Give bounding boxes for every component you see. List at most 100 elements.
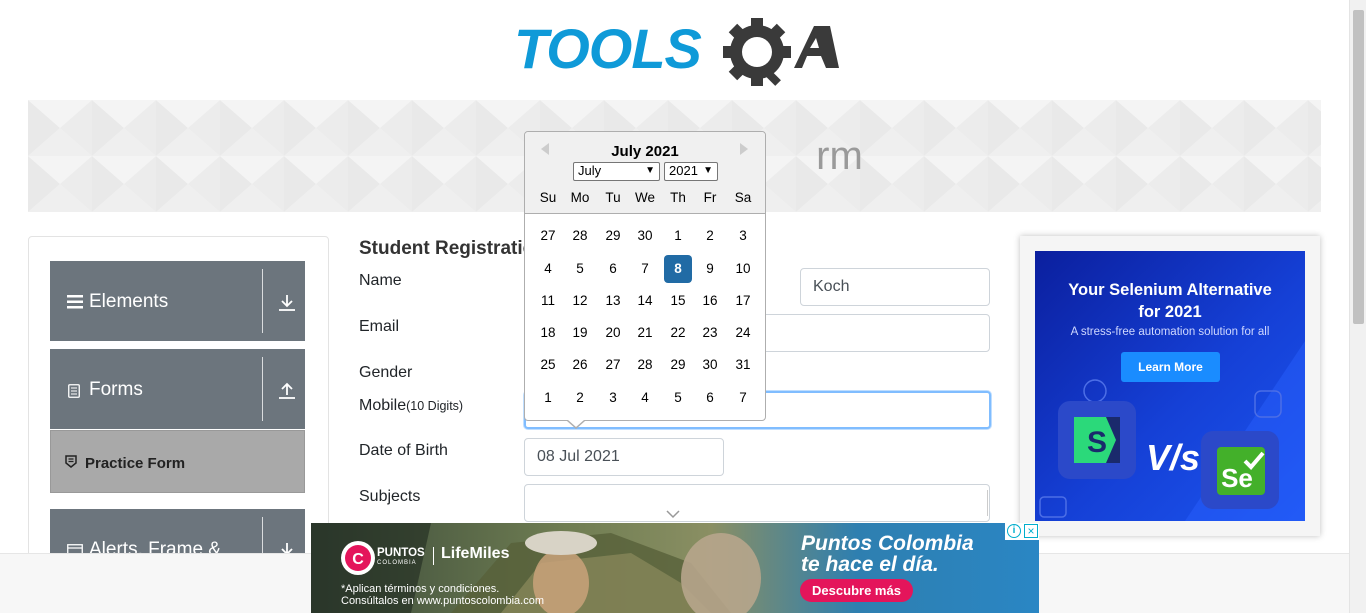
last-name-input[interactable]: Koch [800, 268, 990, 306]
calendar-day[interactable]: 31 [729, 351, 757, 379]
calendar-day[interactable]: 2 [696, 222, 724, 250]
ad-slogan-line: Puntos Colombia [801, 532, 974, 555]
calendar-day[interactable]: 5 [566, 255, 594, 283]
page: TOOLS rm Elements Forms Practice Form Al… [0, 0, 1366, 613]
calendar-day[interactable]: 6 [599, 255, 627, 283]
month-select[interactable]: July ▼ [573, 162, 660, 181]
calendar-day[interactable]: 12 [566, 287, 594, 315]
toolsqa-logo[interactable]: TOOLS [514, 12, 839, 92]
calendar-day[interactable]: 16 [696, 287, 724, 315]
calendar-day[interactable]: 13 [599, 287, 627, 315]
calendar-day[interactable]: 3 [729, 222, 757, 250]
month-select-value: July [578, 163, 602, 178]
calendar-day-selected[interactable]: 8 [664, 255, 692, 283]
sidebar-item-label: Practice Form [85, 455, 186, 472]
calendar-day[interactable]: 10 [729, 255, 757, 283]
calendar-day[interactable]: 9 [696, 255, 724, 283]
puntos-colombia-logo-icon: C [341, 541, 375, 575]
svg-text:S: S [1087, 426, 1107, 459]
download-arrow-icon [279, 295, 295, 311]
calendar-day[interactable]: 28 [566, 222, 594, 250]
subjects-label: Subjects [359, 488, 421, 505]
subjects-input[interactable] [524, 484, 990, 522]
calendar-day[interactable]: 6 [696, 384, 724, 412]
calendar-day[interactable]: 4 [534, 255, 562, 283]
advertisement-bottom[interactable]: C PUNTOS COLOMBIA LifeMiles *Aplican tér… [311, 523, 1039, 613]
sidebar: Elements Forms Practice Form Alerts, Fra… [28, 236, 329, 566]
advertisement-right[interactable]: Your Selenium Alternative for 2021 A str… [1035, 251, 1305, 521]
ad-legal-line: *Aplican términos y condiciones. [341, 583, 500, 595]
day-name: Sa [734, 190, 752, 205]
hamburger-icon [67, 295, 83, 309]
ad-choices[interactable]: i × [1005, 523, 1039, 540]
sidebar-group-forms[interactable]: Forms [50, 349, 305, 429]
divider [262, 357, 263, 421]
year-select[interactable]: 2021 ▼ [664, 162, 718, 181]
sidebar-group-elements[interactable]: Elements [50, 261, 305, 341]
close-icon[interactable]: × [1024, 524, 1038, 538]
calendar-day[interactable]: 22 [664, 319, 692, 347]
ad-subtext: A stress-free automation solution for al… [1070, 326, 1270, 338]
calendar-day[interactable]: 18 [534, 319, 562, 347]
calendar-day[interactable]: 28 [631, 351, 659, 379]
calendar-day[interactable]: 30 [631, 222, 659, 250]
day-name: Th [670, 190, 686, 205]
calendar-day[interactable]: 27 [599, 351, 627, 379]
calendar-day[interactable]: 27 [534, 222, 562, 250]
mobile-hint: (10 Digits) [406, 399, 464, 413]
ad-partner: LifeMiles [441, 545, 510, 562]
calendar-day[interactable]: 26 [566, 351, 594, 379]
calendar-day[interactable]: 19 [566, 319, 594, 347]
calendar-day[interactable]: 2 [566, 384, 594, 412]
calendar-day[interactable]: 25 [534, 351, 562, 379]
ad-legal-line: Consúltalos en www.puntoscolombia.com [341, 595, 544, 607]
calendar-day[interactable]: 11 [534, 287, 562, 315]
calendar-day[interactable]: 14 [631, 287, 659, 315]
calendar-day[interactable]: 1 [534, 384, 562, 412]
next-month-button[interactable] [740, 143, 748, 155]
divider [987, 490, 988, 516]
calendar-day[interactable]: 5 [664, 384, 692, 412]
calendar-day[interactable]: 30 [696, 351, 724, 379]
calendar-day[interactable]: 7 [631, 255, 659, 283]
chevron-down-icon: ▼ [703, 165, 713, 176]
form-title: Student Registratio [359, 238, 535, 259]
current-month-label: July 2021 [611, 143, 679, 160]
calendar-day[interactable]: 7 [729, 384, 757, 412]
ad-brand: PUNTOS [377, 547, 425, 559]
ad-brand-sub: COLOMBIA [377, 560, 417, 566]
calendar-day[interactable]: 29 [599, 222, 627, 250]
sidebar-item-practice-form[interactable]: Practice Form [50, 430, 305, 493]
calendar-day[interactable]: 21 [631, 319, 659, 347]
calendar-day[interactable]: 3 [599, 384, 627, 412]
calendar-day[interactable]: 17 [729, 287, 757, 315]
ad-slogan: Puntos Colombia te hace el día. [801, 533, 974, 575]
descubre-mas-button[interactable]: Descubre más [800, 579, 913, 602]
chevron-down-icon[interactable] [666, 510, 680, 519]
calendar-day[interactable]: 15 [664, 287, 692, 315]
email-input[interactable] [760, 314, 990, 352]
calendar-day[interactable]: 20 [599, 319, 627, 347]
ad-slogan-line: te hace el día. [801, 553, 939, 576]
calendar-day[interactable]: 29 [664, 351, 692, 379]
selenium-logo-icon: Se [1201, 431, 1279, 509]
dob-value: 08 Jul 2021 [537, 448, 620, 465]
divider [262, 269, 263, 333]
calendar-day[interactable]: 23 [696, 319, 724, 347]
last-name-value: Koch [813, 278, 850, 295]
day-name: Su [539, 190, 557, 205]
mobile-label-text: Mobile [359, 397, 407, 414]
badge-icon [65, 455, 77, 468]
date-picker-header: July 2021 July ▼ 2021 ▼ Su Mo Tu We Th F… [525, 132, 765, 214]
page-scrollbar[interactable] [1349, 0, 1366, 613]
info-icon[interactable]: i [1007, 524, 1021, 538]
date-of-birth-input[interactable]: 08 Jul 2021 [524, 438, 724, 476]
learn-more-button[interactable]: Learn More [1121, 352, 1220, 382]
katalon-logo-icon: S [1058, 401, 1136, 479]
calendar-day[interactable]: 24 [729, 319, 757, 347]
scrollbar-thumb[interactable] [1353, 10, 1364, 324]
svg-text:C: C [352, 551, 364, 568]
calendar-day[interactable]: 4 [631, 384, 659, 412]
year-select-value: 2021 [669, 163, 698, 178]
calendar-day[interactable]: 1 [664, 222, 692, 250]
